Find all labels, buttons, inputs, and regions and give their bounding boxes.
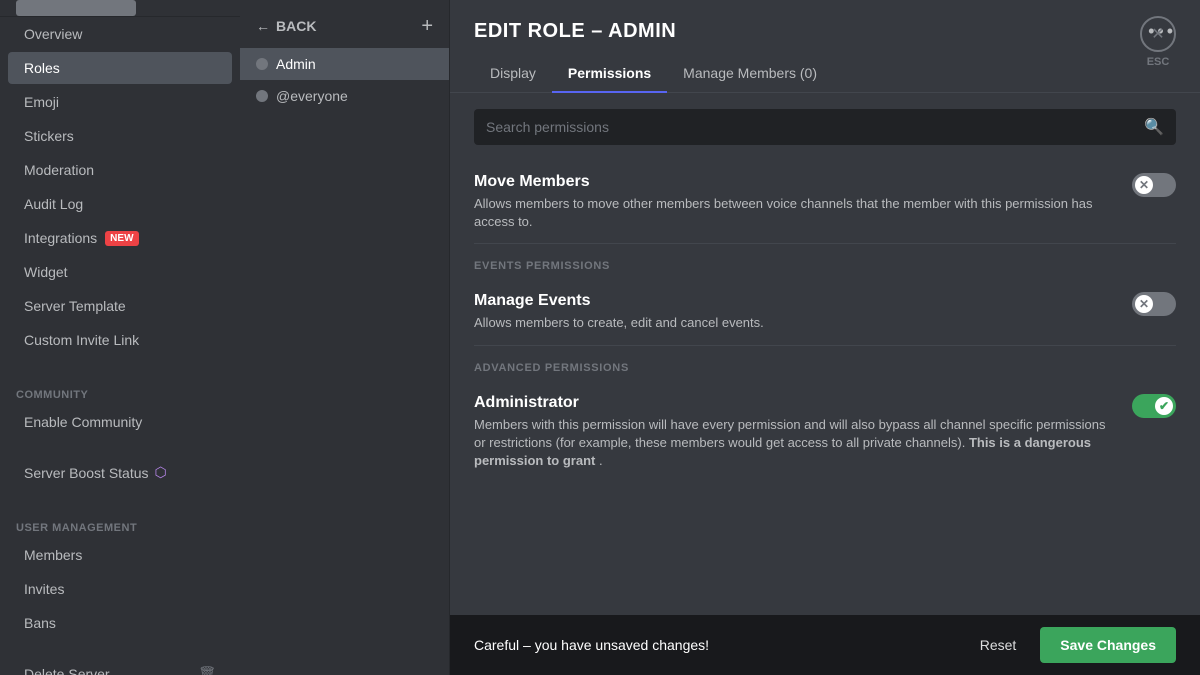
main-content: EDIT ROLE – ADMIN ••• ✕ ESC Display Perm… (450, 0, 1200, 675)
server-name-placeholder (16, 0, 136, 16)
sidebar-item-integrations[interactable]: Integrations NEW (8, 222, 232, 254)
reset-button[interactable]: Reset (968, 629, 1029, 661)
toggle-administrator[interactable]: ✔ (1132, 394, 1176, 418)
save-changes-button[interactable]: Save Changes (1040, 627, 1176, 663)
sidebar-item-custom-invite-link[interactable]: Custom Invite Link (8, 324, 232, 356)
sidebar-item-label: Integrations (24, 230, 97, 246)
permission-desc: Allows members to create, edit and cance… (474, 314, 1116, 332)
permission-desc-after: . (599, 453, 603, 468)
search-icon: 🔍 (1144, 117, 1164, 137)
sidebar-item-delete-server[interactable]: Delete Server 🗑 (8, 657, 232, 675)
role-item-everyone[interactable]: @everyone (240, 80, 449, 112)
permissions-content: 🔍 Move Members Allows members to move ot… (450, 93, 1200, 675)
add-role-button[interactable]: + (421, 16, 433, 36)
sidebar-item-audit-log[interactable]: Audit Log (8, 188, 232, 220)
section-label-events: EVENTS PERMISSIONS (474, 244, 1176, 280)
back-arrow-icon: ← (256, 18, 270, 34)
sidebar-item-label: Delete Server (24, 666, 110, 675)
sidebar-item-label: Custom Invite Link (24, 332, 139, 348)
tab-permissions[interactable]: Permissions (552, 55, 667, 93)
role-color-dot (256, 58, 268, 70)
sidebar-item-members[interactable]: Members (8, 539, 232, 571)
sidebar-item-label: Moderation (24, 162, 94, 178)
main-header: EDIT ROLE – ADMIN ••• (450, 0, 1200, 43)
permission-move-members: Move Members Allows members to move othe… (474, 161, 1176, 244)
bottom-bar: Careful – you have unsaved changes! Rese… (450, 615, 1200, 675)
esc-label: ESC (1147, 56, 1170, 68)
sidebar-item-label: Audit Log (24, 196, 83, 212)
sidebar-item-server-template[interactable]: Server Template (8, 290, 232, 322)
sidebar-item-roles[interactable]: Roles (8, 52, 232, 84)
sidebar-item-overview[interactable]: Overview (8, 18, 232, 50)
sidebar-item-label: Emoji (24, 94, 59, 110)
unsaved-warning: Careful – you have unsaved changes! (474, 637, 709, 653)
back-label: BACK (276, 18, 316, 34)
boost-icon: ⬡ (155, 464, 167, 481)
sidebar-item-stickers[interactable]: Stickers (8, 120, 232, 152)
back-button[interactable]: ← BACK (256, 18, 316, 34)
sidebar-item-emoji[interactable]: Emoji (8, 86, 232, 118)
sidebar-item-label: Stickers (24, 128, 74, 144)
bottom-actions: Reset Save Changes (968, 627, 1176, 663)
permission-manage-events: Manage Events Allows members to create, … (474, 280, 1176, 345)
section-label-advanced: ADVANCED PERMISSIONS (474, 346, 1176, 382)
sidebar-item-server-boost[interactable]: Server Boost Status ⬡ (8, 456, 232, 489)
sidebar-item-label: Bans (24, 615, 56, 631)
sidebar-item-label: Members (24, 547, 82, 563)
role-label: Admin (276, 56, 316, 72)
toggle-manage-events[interactable]: ✕ (1132, 292, 1176, 316)
role-item-admin[interactable]: Admin (240, 48, 449, 80)
sidebar-item-label: Invites (24, 581, 64, 597)
sidebar-item-label: Enable Community (24, 414, 142, 430)
permission-desc: Allows members to move other members bet… (474, 195, 1116, 231)
permission-desc: Members with this permission will have e… (474, 416, 1116, 471)
search-bar: 🔍 (474, 109, 1176, 145)
sidebar-item-moderation[interactable]: Moderation (8, 154, 232, 186)
sidebar-item-label: Server Template (24, 298, 126, 314)
permission-name: Move Members (474, 173, 1116, 191)
permission-info: Manage Events Allows members to create, … (474, 292, 1116, 332)
sidebar-item-label: Server Boost Status (24, 465, 149, 481)
new-badge: NEW (105, 231, 138, 246)
sidebar-item-label: Widget (24, 264, 68, 280)
esc-button[interactable]: ✕ ESC (1140, 16, 1176, 68)
permission-name: Administrator (474, 394, 1116, 412)
trash-icon: 🗑 (198, 665, 216, 675)
sidebar-item-enable-community[interactable]: Enable Community (8, 406, 232, 438)
role-color-dot (256, 90, 268, 102)
sidebar-item-bans[interactable]: Bans (8, 607, 232, 639)
permission-info: Move Members Allows members to move othe… (474, 173, 1116, 231)
tab-display[interactable]: Display (474, 55, 552, 93)
tabs-bar: Display Permissions Manage Members (0) (450, 55, 1200, 93)
server-name-bar (0, 0, 240, 17)
esc-circle-icon: ✕ (1140, 16, 1176, 52)
sidebar-item-label: Overview (24, 26, 82, 42)
roles-panel: ← BACK + Admin @everyone (240, 0, 450, 675)
permission-name: Manage Events (474, 292, 1116, 310)
toggle-move-members[interactable]: ✕ (1132, 173, 1176, 197)
community-section-label: COMMUNITY (0, 373, 240, 405)
server-sidebar: Overview Roles Emoji Stickers Moderation… (0, 0, 240, 675)
sidebar-item-widget[interactable]: Widget (8, 256, 232, 288)
permission-info: Administrator Members with this permissi… (474, 394, 1116, 471)
user-management-section-label: USER MANAGEMENT (0, 506, 240, 538)
tab-manage-members[interactable]: Manage Members (0) (667, 55, 833, 93)
role-label: @everyone (276, 88, 348, 104)
search-input[interactable] (486, 119, 1136, 135)
sidebar-item-invites[interactable]: Invites (8, 573, 232, 605)
roles-panel-header: ← BACK + (240, 0, 449, 48)
page-title: EDIT ROLE – ADMIN (474, 20, 676, 43)
permission-administrator: Administrator Members with this permissi… (474, 382, 1176, 483)
sidebar-item-label: Roles (24, 60, 60, 76)
